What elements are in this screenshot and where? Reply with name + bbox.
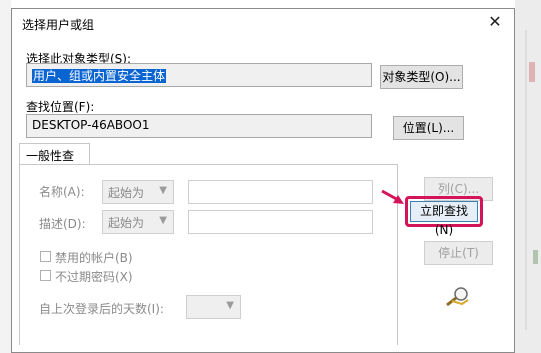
name-input[interactable]: [188, 180, 373, 204]
magnifier-icon: [446, 287, 469, 307]
chevron-down-icon: ▼: [159, 215, 167, 226]
close-icon[interactable]: ✕: [484, 11, 506, 33]
name-label: 名称(A):: [39, 185, 85, 199]
stop-button[interactable]: 停止(T): [424, 241, 493, 265]
non-expiring-password-label: 不过期密码(X): [55, 270, 133, 284]
description-mode-value: 起始为: [108, 216, 145, 230]
tab-general-query[interactable]: 一般性查询: [19, 143, 90, 180]
days-since-logon-label: 自上次登录后的天数(I):: [39, 302, 164, 316]
chevron-down-icon: ▼: [159, 185, 167, 196]
location-label: 查找位置(F):: [26, 100, 95, 114]
object-type-field: 用户、组或内置安全主体: [26, 63, 372, 87]
chevron-down-icon: ▼: [226, 300, 234, 311]
name-mode-select[interactable]: 起始为 ▼: [102, 180, 174, 204]
description-input[interactable]: [188, 210, 373, 234]
description-mode-select[interactable]: 起始为 ▼: [102, 210, 174, 234]
object-type-value: 用户、组或内置安全主体: [32, 69, 167, 83]
object-types-button[interactable]: 对象类型(O)...: [380, 65, 463, 89]
days-since-logon-select[interactable]: ▼: [186, 295, 241, 319]
location-field: DESKTOP-46ABOO1: [26, 114, 372, 138]
non-expiring-password-checkbox[interactable]: [40, 270, 51, 281]
name-mode-value: 起始为: [108, 186, 145, 200]
pointer-arrow-icon: [381, 189, 404, 204]
background-right: [515, 0, 541, 353]
description-label: 描述(D):: [39, 217, 86, 231]
disabled-accounts-checkbox[interactable]: [40, 251, 51, 262]
locations-button[interactable]: 位置(L)...: [393, 116, 464, 140]
find-now-button[interactable]: 立即查找(N): [410, 201, 478, 237]
title-bar: 选择用户或组 ✕: [12, 9, 514, 37]
dialog-title: 选择用户或组: [22, 18, 95, 32]
background-left: [0, 0, 11, 353]
disabled-accounts-label: 禁用的帐户(B): [55, 251, 133, 265]
